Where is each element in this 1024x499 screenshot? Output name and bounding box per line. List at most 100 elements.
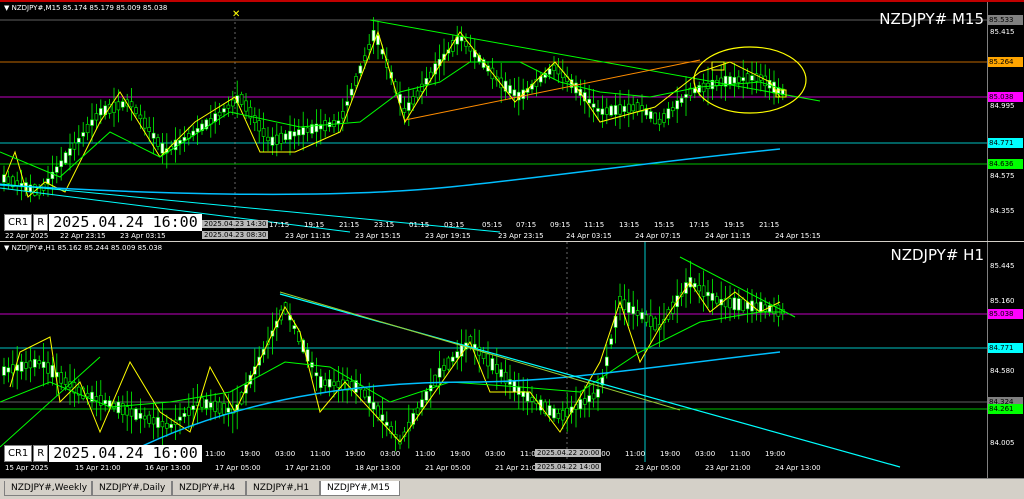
m15-price-axis[interactable]: 85.415 84.995 84.575 84.355 85.533 85.264 85.0… xyxy=(987,2,1024,241)
m15-y-tick-label: 85.415 xyxy=(990,28,1015,36)
m15-candle-body xyxy=(261,128,266,137)
m15-candle-body xyxy=(147,127,151,132)
m15-chart-canvas[interactable]: ✕ xyxy=(0,2,987,241)
h1-candle-body xyxy=(706,291,710,297)
h1-x-tick-label: 15 Apr 21:00 xyxy=(75,464,121,472)
h1-candle-body xyxy=(6,367,11,373)
m15-chart-window[interactable]: ✕ ▼ NZDJPY#,M15 85.174 85.179 85.009 85.… xyxy=(0,0,1024,241)
h1-price-tag: 84.261 xyxy=(988,404,1023,414)
h1-x-tick-label: 24 Apr 13:00 xyxy=(775,464,821,472)
m15-x-tick-label: 23 Apr 03:15 xyxy=(120,232,166,240)
h1-candle-body xyxy=(125,406,129,416)
h1-candle-body xyxy=(129,408,134,417)
m15-candle-body xyxy=(283,133,288,141)
h1-header-text: NZDJPY#,H1 85.162 85.244 85.009 85.038 xyxy=(11,244,163,252)
m15-candle-body xyxy=(301,127,306,136)
h1-candle-body xyxy=(178,416,182,421)
h1-cr1-button[interactable]: CR1 xyxy=(4,445,33,462)
h1-symbol-label: NZDJPY# H1 xyxy=(890,246,984,264)
m15-plot-area[interactable]: ✕ xyxy=(0,2,987,241)
h1-candle-body xyxy=(732,297,737,311)
m15-x-tick-label: 13:15 xyxy=(619,221,640,229)
h1-candle-body xyxy=(121,403,125,415)
h1-price-axis[interactable]: 85.445 85.160 84.580 84.005 85.038 84.771 84.3… xyxy=(987,242,1024,478)
m15-candle-body xyxy=(151,132,156,139)
h1-candle-body xyxy=(556,413,561,419)
m15-x-tick-label: 19:15 xyxy=(304,221,325,229)
m15-candle-body xyxy=(239,94,244,105)
m15-candle-body xyxy=(358,65,363,74)
m15-x-tick-label: 17:15 xyxy=(269,221,290,229)
h1-candle-body xyxy=(336,380,341,388)
triangle-down-icon: ▼ xyxy=(4,4,10,12)
h1-price-tag: 84.771 xyxy=(988,343,1023,353)
m15-cr1-button[interactable]: CR1 xyxy=(4,214,33,231)
m15-price-tag: 84.636 xyxy=(988,159,1023,169)
h1-candle-body xyxy=(323,379,328,386)
m15-candle-body xyxy=(257,120,262,132)
m15-candle-body xyxy=(138,114,143,120)
m15-candle-body xyxy=(116,101,121,111)
h1-candle-body xyxy=(433,374,438,386)
h1-x-tick-label: 19:00 xyxy=(450,450,471,458)
h1-candle-body xyxy=(19,361,24,372)
m15-candle-body xyxy=(415,90,420,98)
h1-candle-body xyxy=(362,389,367,398)
h1-candle-body xyxy=(2,366,6,376)
h1-candle-body xyxy=(367,395,372,404)
h1-candle-body xyxy=(160,421,165,428)
h1-candle-body xyxy=(182,413,187,417)
m15-candle-body xyxy=(670,107,675,112)
h1-candle-body xyxy=(332,381,336,386)
m15-symbol-label: NZDJPY# M15 xyxy=(879,10,984,28)
m15-x-tick-label: 05:15 xyxy=(482,221,503,229)
m15-r-button[interactable]: R xyxy=(33,214,49,231)
h1-x-tick-label: 23 Apr 21:00 xyxy=(705,464,751,472)
h1-candle-body xyxy=(530,397,534,402)
tab-h4[interactable]: NZDJPY#,H4 xyxy=(172,481,246,496)
h1-r-button[interactable]: R xyxy=(33,445,49,462)
h1-candle-body xyxy=(46,362,50,374)
m15-candle-body xyxy=(547,68,552,75)
h1-candle-body xyxy=(209,402,213,408)
h1-candle-body xyxy=(516,386,521,395)
h1-candle-body xyxy=(63,377,68,385)
m15-trendline-green xyxy=(369,19,821,102)
h1-candle-body xyxy=(59,372,64,384)
m15-candle-body xyxy=(701,82,706,93)
h1-candle-body xyxy=(32,359,37,368)
m15-candle-body xyxy=(340,111,345,119)
m15-candle-body xyxy=(305,127,310,133)
h1-crosshair-time-box: 2025.04.22 14:00 xyxy=(535,463,602,471)
h1-candle-body xyxy=(486,353,490,367)
m15-candle-body xyxy=(288,130,292,140)
h1-x-tick-label: 17 Apr 21:00 xyxy=(285,464,331,472)
m15-candle-body xyxy=(81,132,85,137)
m15-candle-body xyxy=(662,113,666,123)
m15-x-tick-label: 09:15 xyxy=(550,221,571,229)
h1-candle-body xyxy=(292,325,297,329)
tab-weekly[interactable]: NZDJPY#,Weekly xyxy=(4,481,92,496)
h1-plot-area[interactable] xyxy=(0,242,987,478)
h1-candle-body xyxy=(565,407,570,418)
h1-chart-window[interactable]: ▼ NZDJPY#,H1 85.162 85.244 85.009 85.038… xyxy=(0,242,1024,478)
m15-x-tick-label: 23 Apr 23:15 xyxy=(498,232,544,240)
h1-x-tick-label: 16 Apr 13:00 xyxy=(145,464,191,472)
h1-candle-body xyxy=(314,372,319,377)
tab-m15[interactable]: NZDJPY#,M15 xyxy=(320,481,400,496)
m15-candle-body xyxy=(85,124,90,134)
m15-candle-body xyxy=(367,44,372,50)
m15-candle-body xyxy=(195,128,200,133)
tab-h1[interactable]: NZDJPY#,H1 xyxy=(246,481,320,496)
h1-candle-body xyxy=(710,293,715,301)
h1-candle-body xyxy=(776,304,781,317)
h1-chart-canvas[interactable] xyxy=(0,242,987,478)
h1-candle-body xyxy=(728,298,732,309)
h1-candle-body xyxy=(151,417,156,425)
h1-x-tick-label: 19:00 xyxy=(765,450,786,458)
tab-daily[interactable]: NZDJPY#,Daily xyxy=(92,481,172,496)
m15-price-tag: 85.264 xyxy=(988,57,1023,67)
h1-candle-body xyxy=(415,407,420,415)
h1-x-tick-label: 19:00 xyxy=(660,450,681,458)
m15-candle-body xyxy=(402,108,407,113)
